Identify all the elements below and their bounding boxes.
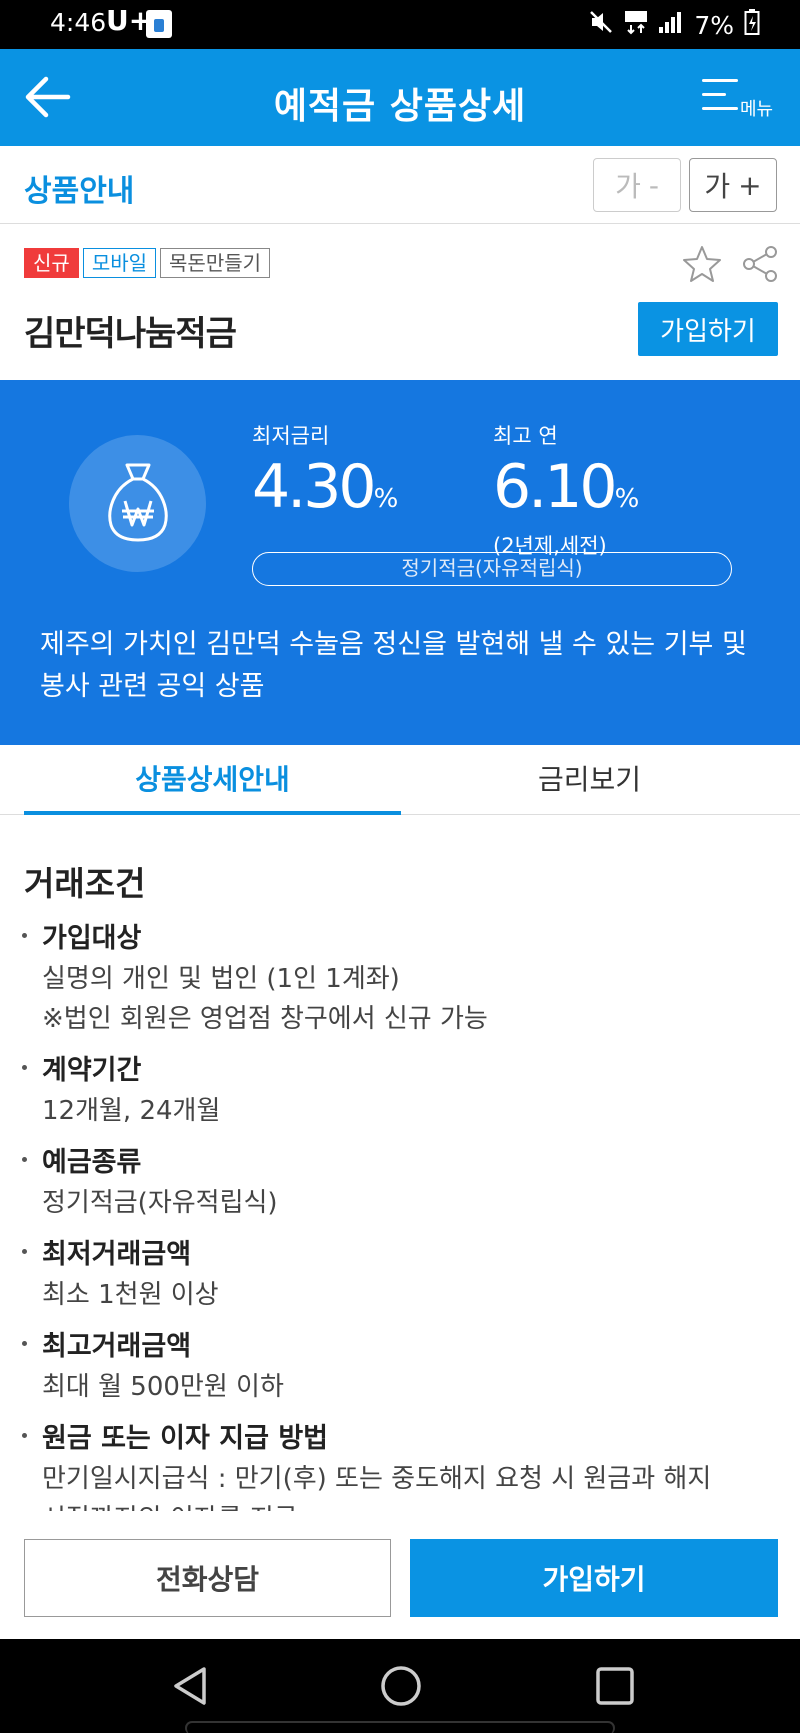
font-increase-sign: + [738, 168, 762, 202]
condition-value: 시점까지의 이자를 지급 [42, 1499, 792, 1511]
font-decrease-button[interactable]: 가 - [593, 158, 681, 212]
max-rate-percent: % [614, 484, 640, 514]
condition-value: 실명의 개인 및 법인 (1인 1계좌) [42, 964, 400, 994]
product-tags: 신규 모바일 목돈만들기 [24, 248, 271, 278]
min-rate-label: 최저금리 [252, 424, 330, 448]
condition-label: 원금 또는 이자 지급 방법 [42, 1423, 328, 1454]
max-rate-block: 최고 연 6.10% (2년제,세전) [493, 420, 639, 560]
battery-icon [744, 8, 760, 42]
max-rate-label: 최고 연 [493, 424, 558, 448]
condition-value: 정기적금(자유적립식) [42, 1188, 278, 1218]
max-rate-value-row: 6.10% [493, 454, 639, 532]
condition-label: 최고거래금액 [42, 1331, 192, 1362]
condition-item: 최고거래금액 최대 월 500만원 이하 [22, 1327, 792, 1407]
font-decrease-sign: - [648, 168, 659, 202]
font-decrease-label: 가 [615, 170, 641, 203]
gesture-bar [185, 1721, 615, 1733]
status-bar: 4:46 U+ 7% [0, 0, 800, 49]
product-info-bar: 상품안내 가 - 가 + [0, 146, 800, 224]
condition-label: 예금종류 [42, 1147, 142, 1178]
status-icons: 7% [588, 8, 760, 42]
join-button-top[interactable]: 가입하기 [638, 302, 778, 356]
max-rate-value: 6.10 [493, 452, 618, 522]
bullet [22, 1341, 27, 1346]
bottom-action-bar: 전화상담 가입하기 [0, 1511, 800, 1639]
condition-item: 최저거래금액 최소 1천원 이상 [22, 1235, 792, 1315]
tab-rates[interactable]: 금리보기 [401, 745, 778, 815]
hamburger-icon [702, 79, 738, 121]
product-description: 제주의 가치인 김만덕 수눌음 정신을 발현해 낼 수 있는 기부 및 봉사 관… [40, 629, 747, 702]
condition-label: 계약기간 [42, 1055, 142, 1086]
status-time: 4:46 [50, 8, 107, 37]
tag-savings: 목돈만들기 [160, 248, 271, 278]
conditions-list: 가입대상 실명의 개인 및 법인 (1인 1계좌) ※법인 회원은 영업점 창구… [22, 919, 792, 1511]
tag-mobile: 모바일 [82, 248, 157, 278]
detail-content: 거래조건 가입대상 실명의 개인 및 법인 (1인 1계좌) ※법인 회원은 영… [0, 815, 800, 1511]
conditions-title: 거래조건 [24, 864, 146, 903]
condition-value: 최대 월 500만원 이하 [42, 1372, 284, 1402]
product-type-pill: 정기적금(자유적립식) [252, 552, 732, 586]
min-rate-block: 최저금리 4.30% [252, 420, 398, 532]
money-bag-badge [69, 435, 206, 572]
lte-icon [624, 9, 648, 41]
menu-label: 메뉴 [740, 99, 774, 120]
bullet [22, 933, 27, 938]
section-heading: 상품안내 [24, 174, 135, 209]
condition-item: 가입대상 실명의 개인 및 법인 (1인 1계좌) ※법인 회원은 영업점 창구… [22, 919, 792, 1039]
bullet [22, 1433, 27, 1438]
min-rate-value-row: 4.30% [252, 454, 398, 532]
font-increase-button[interactable]: 가 + [689, 158, 777, 212]
money-bag-icon [108, 463, 168, 542]
tab-product-details[interactable]: 상품상세안내 [24, 745, 401, 815]
menu-button[interactable]: 메뉴 [702, 77, 782, 121]
carrier-app-icon [146, 10, 172, 38]
condition-value: 최소 1천원 이상 [42, 1280, 219, 1310]
phone-consult-button[interactable]: 전화상담 [24, 1539, 391, 1617]
condition-label: 가입대상 [42, 923, 142, 954]
product-name: 김만덕나눔적금 [24, 314, 237, 354]
condition-item: 예금종류 정기적금(자유적립식) [22, 1143, 792, 1223]
min-rate-percent: % [373, 484, 399, 514]
tag-new: 신규 [24, 248, 79, 278]
condition-value: ※법인 회원은 영업점 창구에서 신규 가능 [42, 1004, 488, 1034]
condition-value: 12개월, 24개월 [42, 1096, 221, 1126]
min-rate-value: 4.30 [252, 452, 377, 522]
nav-home-icon[interactable] [378, 1663, 424, 1709]
detail-tabs: 상품상세안내 금리보기 [0, 745, 800, 815]
system-nav-bar [0, 1639, 800, 1733]
page-title: 예적금 상품상세 [273, 86, 527, 127]
bullet [22, 1065, 27, 1070]
rate-summary-panel: 최저금리 4.30% 최고 연 6.10% (2년제,세전) 정기적금(자유적립… [0, 380, 800, 745]
bullet [22, 1249, 27, 1254]
condition-item: 원금 또는 이자 지급 방법 만기일시지급식 : 만기(후) 또는 중도해지 요… [22, 1419, 792, 1511]
battery-percent: 7% [694, 10, 734, 40]
favorite-star-icon[interactable] [682, 244, 722, 284]
join-button[interactable]: 가입하기 [410, 1539, 778, 1617]
condition-value: 만기일시지급식 : 만기(후) 또는 중도해지 요청 시 원금과 해지 [42, 1464, 712, 1494]
nav-recent-apps-icon[interactable] [592, 1663, 638, 1709]
condition-label: 최저거래금액 [42, 1239, 192, 1270]
app-header: 예적금 상품상세 메뉴 [0, 49, 800, 146]
signal-icon [658, 10, 684, 40]
share-icon[interactable] [742, 245, 778, 283]
nav-back-icon[interactable] [168, 1663, 214, 1709]
mute-icon [588, 9, 614, 41]
condition-item: 계약기간 12개월, 24개월 [22, 1051, 792, 1131]
font-increase-label: 가 [704, 170, 731, 203]
bullet [22, 1157, 27, 1162]
